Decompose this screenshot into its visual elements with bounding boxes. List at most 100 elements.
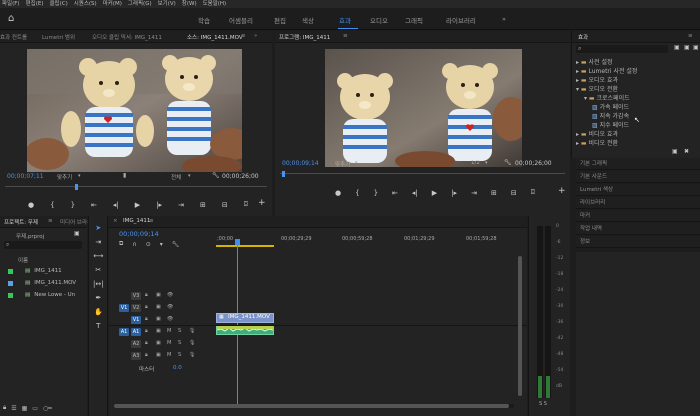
dropdown-arrow-icon[interactable]: ▾	[188, 173, 191, 179]
track-target-a2[interactable]: A2	[131, 340, 141, 348]
mic-icon[interactable]: 🎙︎	[189, 352, 195, 358]
effects-tree-item[interactable]: ▾ ▬ 크로스페이드	[584, 93, 630, 102]
workspace-more-button[interactable]: »	[502, 15, 506, 23]
timeline-settings-icon[interactable]: 🔧︎	[172, 241, 180, 248]
workspace-tab-effects[interactable]: 효과	[339, 15, 351, 25]
tab-source[interactable]: 소스: IMG_1411.MOV	[187, 33, 243, 41]
workspace-tab-graphics[interactable]: 그래픽	[405, 15, 423, 25]
track-target-v2[interactable]: V2	[131, 304, 141, 312]
tab-audio-clip-mixer[interactable]: 오디오 클립 믹서: IMG_1411	[92, 33, 162, 41]
tab-project[interactable]: 프로젝트: 무제	[4, 218, 38, 226]
source-playhead[interactable]	[75, 184, 78, 190]
effects-search-input[interactable]: ⌕	[576, 45, 668, 53]
menu-item[interactable]: 시퀀스(S)	[74, 0, 97, 8]
menu-item[interactable]: 편집(E)	[26, 0, 44, 8]
mute-icon[interactable]: M	[167, 340, 171, 346]
program-fit-dropdown[interactable]: 맞추기	[335, 160, 350, 168]
sync-lock-icon[interactable]: ▣	[156, 316, 161, 322]
nest-icon[interactable]: ⧉	[119, 240, 123, 248]
add-marker-icon[interactable]: ▾	[160, 241, 163, 248]
dropdown-arrow-icon[interactable]: ▾	[78, 173, 81, 179]
menu-item[interactable]: 도움말(H)	[203, 0, 227, 8]
program-resolution-dropdown[interactable]: 1/2	[471, 160, 480, 166]
source-fit-dropdown[interactable]: 맞추기	[57, 173, 72, 181]
step-back-icon[interactable]: ◂|	[113, 201, 119, 209]
menu-item[interactable]: 창(W)	[182, 0, 197, 8]
label-color-swatch[interactable]	[8, 268, 13, 274]
effects-tree-item[interactable]: ▸ ▬ Lumetri 사전 설정	[576, 66, 637, 75]
project-search-input[interactable]: ⌕	[4, 241, 82, 249]
workspace-tab-audio[interactable]: 오디오	[370, 15, 388, 25]
tab-effects[interactable]: 효과	[578, 33, 588, 41]
marker-icon[interactable]: ▮	[123, 172, 126, 179]
wrench-icon[interactable]: 🔧︎	[504, 159, 512, 166]
go-to-out-icon[interactable]: ⇥	[471, 189, 477, 197]
solo-buttons[interactable]: S S	[539, 401, 547, 407]
add-button-icon[interactable]: +	[258, 198, 266, 208]
zoom-slider[interactable]: ○━	[43, 405, 52, 412]
video-clip[interactable]: ▦ IMG_1411.MOV	[216, 313, 274, 323]
overwrite-icon[interactable]: ⊟	[222, 201, 228, 209]
column-header-name[interactable]: 이름	[18, 256, 28, 264]
pen-tool-icon[interactable]: ✒	[95, 294, 101, 302]
program-time-ruler[interactable]	[280, 173, 565, 174]
source-quality-dropdown[interactable]: 전체	[171, 173, 181, 181]
sync-lock-icon[interactable]: ▣	[156, 340, 161, 346]
go-to-out-icon[interactable]: ⇥	[178, 201, 184, 209]
mute-icon[interactable]: M	[167, 328, 171, 334]
effects-tree-item[interactable]: ▸ ▬ 비디오 효과	[576, 129, 618, 138]
yuv-effects-icon[interactable]: ▣	[693, 44, 699, 51]
delete-icon[interactable]: ✖	[684, 148, 689, 155]
side-panel-tab[interactable]: Lumetri 색상	[576, 184, 700, 196]
chevron-right-icon[interactable]: »	[254, 33, 257, 39]
add-marker-icon[interactable]: ●	[28, 201, 34, 209]
mute-icon[interactable]: M	[167, 352, 171, 358]
source-patch-a1[interactable]: A1	[119, 328, 129, 336]
program-playhead[interactable]	[282, 171, 285, 177]
snap-icon[interactable]: ∩	[132, 241, 136, 248]
play-icon[interactable]: ▶	[432, 189, 437, 197]
add-button-icon[interactable]: +	[558, 186, 566, 196]
solo-icon[interactable]: S	[178, 352, 181, 358]
add-marker-icon[interactable]: ●	[335, 189, 341, 197]
export-frame-icon[interactable]: ⌼	[244, 200, 248, 209]
effects-tree-item[interactable]: ▨ 지수 페이드	[592, 120, 629, 129]
list-view-icon[interactable]: ☰	[11, 405, 16, 412]
panel-menu-icon[interactable]: ≡	[241, 33, 246, 39]
freeform-view-icon[interactable]: ▭	[32, 405, 38, 412]
type-tool-icon[interactable]: T	[96, 322, 100, 330]
slip-tool-icon[interactable]: |↔|	[93, 280, 104, 288]
eye-icon[interactable]: 👁︎	[167, 292, 173, 298]
eye-icon[interactable]: 👁︎	[167, 304, 173, 310]
effects-tree-item[interactable]: ▾ ▬ 오디오 전환	[576, 84, 618, 93]
side-panel-tab[interactable]: 정보	[576, 236, 700, 248]
lock-icon[interactable]: 🔒︎	[145, 304, 148, 310]
new-bin-icon[interactable]: ▣	[74, 230, 80, 237]
track-target-v3[interactable]: V3	[131, 292, 141, 300]
timeline-vertical-scrollbar[interactable]	[518, 256, 522, 396]
timeline-timecode[interactable]: 00;00;09;14	[119, 230, 159, 238]
track-target-a3[interactable]: A3	[131, 352, 141, 360]
home-icon[interactable]: ⌂	[8, 13, 14, 24]
sync-lock-icon[interactable]: ▣	[156, 292, 161, 298]
lock-icon[interactable]: 🔒︎	[3, 404, 6, 412]
solo-icon[interactable]: S	[178, 328, 181, 334]
project-item[interactable]: ▤ IMG_1411	[0, 265, 87, 277]
hand-tool-icon[interactable]: ✋	[94, 308, 103, 316]
go-to-in-icon[interactable]: ⇤	[392, 189, 398, 197]
workspace-tab-assembly[interactable]: 어셈블리	[229, 15, 253, 25]
solo-icon[interactable]: S	[178, 340, 181, 346]
program-video-frame[interactable]	[325, 49, 522, 167]
lift-icon[interactable]: ⊞	[491, 189, 497, 197]
track-target-v1[interactable]: V1	[131, 316, 141, 324]
tab-program[interactable]: 프로그램: IMG_1411	[279, 33, 330, 41]
tab-lumetri-scopes[interactable]: Lumetri 범위	[42, 33, 75, 41]
menu-item[interactable]: 파일(F)	[2, 0, 20, 8]
menu-item[interactable]: 그래픽(G)	[128, 0, 152, 8]
menu-item[interactable]: 클립(C)	[49, 0, 67, 8]
lock-icon[interactable]: 🔒︎	[145, 340, 148, 346]
workspace-tab-color[interactable]: 색상	[302, 15, 314, 25]
mark-out-icon[interactable]: }	[71, 201, 75, 209]
track-select-tool-icon[interactable]: ⇥	[95, 238, 101, 246]
project-item[interactable]: ▤ New Lowe - Un	[0, 289, 87, 301]
